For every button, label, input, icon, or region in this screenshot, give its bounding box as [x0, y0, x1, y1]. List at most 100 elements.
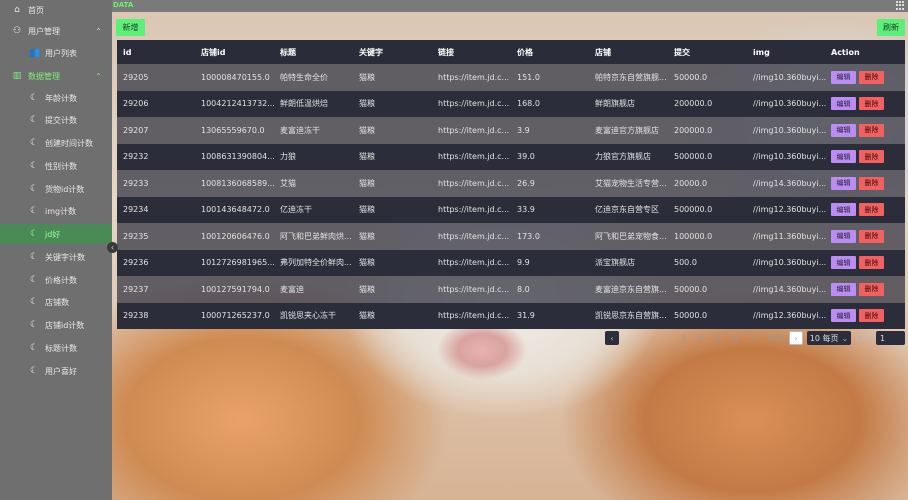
delete-button[interactable]: 删除 — [859, 309, 884, 323]
sidebar-item-1[interactable]: ☾ 提交计数 — [0, 110, 112, 130]
cell-shop-id: 100143648472.0 — [201, 205, 270, 215]
sidebar-item-label: 提交计数 — [45, 115, 77, 125]
cell-price: 151.0 — [517, 72, 540, 82]
cell-shop-id: 1012726981965... — [201, 258, 275, 268]
moon-icon: ☾ — [29, 366, 39, 376]
sidebar-item-9[interactable]: ☾ 店铺数 — [0, 292, 112, 312]
moon-icon: ☾ — [29, 343, 39, 353]
cell-shop-id: 1008631390804... — [201, 152, 275, 162]
sidebar-item-10[interactable]: ☾ 店铺id计数 — [0, 315, 112, 335]
next-page-button[interactable]: › — [789, 331, 803, 345]
cell-shop: 麦富迪官方旗舰店 — [595, 125, 659, 135]
delete-button[interactable]: 删除 — [859, 176, 884, 190]
sidebar-item-8[interactable]: ☾ 价格计数 — [0, 270, 112, 290]
cell-img: //img12.360buyi... — [753, 205, 827, 215]
goto-page-input[interactable]: 1 — [876, 331, 905, 345]
moon-icon: ☾ — [29, 320, 39, 330]
edit-button[interactable]: 编辑 — [831, 150, 856, 164]
cell-keyword: 猫粮 — [359, 178, 375, 188]
sidebar-item-home[interactable]: ⌂ 首页 — [0, 0, 112, 20]
column-header-action[interactable]: Action — [831, 40, 860, 64]
delete-button[interactable]: 删除 — [859, 282, 884, 296]
cell-shop: 帕特京东自营旗舰... — [595, 72, 667, 82]
edit-button[interactable]: 编辑 — [831, 70, 856, 84]
page-number-button[interactable]: 5 — [713, 331, 723, 345]
cell-submit: 50000.0 — [674, 311, 708, 321]
edit-button[interactable]: 编辑 — [831, 309, 856, 323]
edit-button[interactable]: 编辑 — [831, 176, 856, 190]
page-number-button[interactable]: 3 — [678, 331, 688, 345]
delete-button[interactable]: 删除 — [859, 203, 884, 217]
column-header-link[interactable]: 链接 — [438, 40, 454, 64]
edit-button[interactable]: 编辑 — [831, 256, 856, 270]
sidebar-item-user-management[interactable]: ⚇ 用户管理 ⌃ — [0, 21, 112, 41]
cell-price: 39.0 — [517, 152, 535, 162]
delete-button[interactable]: 删除 — [859, 229, 884, 243]
sidebar-item-3[interactable]: ☾ 性别计数 — [0, 156, 112, 176]
sidebar-item-label: 性别计数 — [45, 161, 77, 171]
sidebar-item-2[interactable]: ☾ 创建时间计数 — [0, 133, 112, 153]
delete-button[interactable]: 删除 — [859, 97, 884, 111]
edit-button[interactable]: 编辑 — [831, 282, 856, 296]
column-header-keyword[interactable]: 关键字 — [359, 40, 383, 64]
sidebar: ⌂ 首页 ⚇ 用户管理 ⌃ 👥 用户列表 ▥ 数据管理 ⌃ ☾ 年龄计数 ☾ 提交计数… — [0, 0, 112, 500]
sidebar-item-12[interactable]: ☾ 用户喜好 — [0, 361, 112, 381]
moon-icon: ☾ — [29, 115, 39, 125]
users-icon: ⚇ — [12, 26, 22, 36]
page-number-button[interactable]: 4 — [696, 331, 706, 345]
page-size-select[interactable]: 10 每页 ⌄ — [807, 331, 851, 345]
cell-submit: 20000.0 — [674, 178, 708, 188]
edit-button[interactable]: 编辑 — [831, 229, 856, 243]
sidebar-item-label: 用户喜好 — [45, 366, 77, 376]
refresh-button[interactable]: 刷新 — [877, 19, 905, 36]
column-header-title[interactable]: 标题 — [280, 40, 296, 64]
sidebar-item-7[interactable]: ☾ 关键字计数 — [0, 247, 112, 267]
column-header-price[interactable]: 价格 — [517, 40, 533, 64]
delete-button[interactable]: 删除 — [859, 70, 884, 84]
prev-page-button[interactable]: ‹ — [605, 331, 619, 345]
column-header-id[interactable]: id — [123, 40, 131, 64]
column-header-img[interactable]: img — [753, 40, 770, 64]
delete-button[interactable]: 删除 — [859, 256, 884, 270]
edit-button[interactable]: 编辑 — [831, 203, 856, 217]
grid-menu-icon[interactable] — [896, 1, 905, 10]
delete-button[interactable]: 删除 — [859, 150, 884, 164]
cell-action: 编辑 删除 — [831, 197, 887, 224]
cell-shop-id: 100071265237.0 — [201, 311, 270, 321]
column-header-shop[interactable]: 店铺 — [595, 40, 611, 64]
cell-action: 编辑 删除 — [831, 303, 887, 330]
page-number-button[interactable]: 6 — [731, 331, 741, 345]
cell-keyword: 猫粮 — [359, 258, 375, 268]
add-button[interactable]: 新增 — [116, 19, 145, 36]
edit-button[interactable]: 编辑 — [831, 97, 856, 111]
sidebar-item-4[interactable]: ☾ 货物id计数 — [0, 179, 112, 199]
sidebar-item-data-management[interactable]: ▥ 数据管理 ⌃ — [0, 66, 112, 86]
sidebar-home-label: 首页 — [28, 5, 44, 15]
cell-shop: 亿迪京东自营专区 — [595, 205, 659, 215]
cell-title: 麦富迪冻干 — [280, 125, 320, 135]
cell-title: 弗列加特全价鲜肉... — [280, 258, 352, 268]
sidebar-item-label: 价格计数 — [45, 275, 77, 285]
sidebar-item-5[interactable]: ☾ img计数 — [0, 201, 112, 221]
sidebar-item-label: 创建时间计数 — [45, 138, 93, 148]
chevron-down-icon: ⌄ — [841, 333, 849, 343]
cell-title: 帕特生命全价 — [280, 72, 328, 82]
column-header-submit[interactable]: 提交 — [674, 40, 690, 64]
cell-shop: 艾猫宠物生活专营... — [595, 178, 667, 188]
sidebar-item-6[interactable]: ☾ jd好 — [0, 224, 112, 244]
page-size-label: 10 每页 — [809, 333, 839, 343]
cell-price: 3.9 — [517, 125, 530, 135]
sidebar-item-0[interactable]: ☾ 年龄计数 — [0, 88, 112, 108]
last-page-button[interactable]: 410 — [767, 331, 785, 345]
cell-link: https://item.jd.c... — [438, 284, 510, 294]
cell-img: //img14.360buyi... — [753, 178, 827, 188]
column-header-shop-id[interactable]: 店铺id — [201, 40, 225, 64]
delete-button[interactable]: 删除 — [859, 123, 884, 137]
sidebar-item-11[interactable]: ☾ 标题计数 — [0, 338, 112, 358]
page-number-button[interactable]: 7 — [749, 331, 759, 345]
table-header-row: id 店铺id 标题 关键字 链接 价格 店铺 提交 img Action — [117, 40, 905, 64]
cell-id: 29234 — [123, 205, 149, 215]
sidebar-item-user-list[interactable]: 👥 用户列表 — [0, 43, 112, 63]
edit-button[interactable]: 编辑 — [831, 123, 856, 137]
sidebar-user-list-label: 用户列表 — [45, 48, 77, 58]
